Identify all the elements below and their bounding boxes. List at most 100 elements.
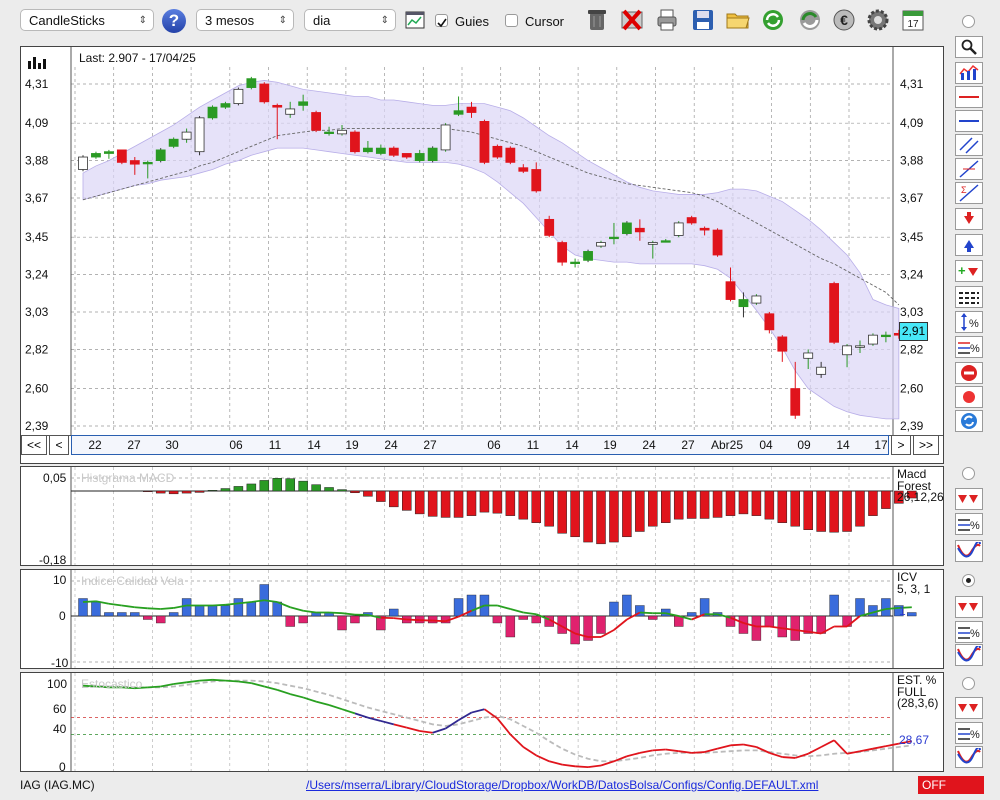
macd-bar (842, 490, 852, 532)
calendar-button[interactable]: 17 (900, 7, 926, 33)
cross-curves-icon (957, 542, 981, 558)
chart-window-button[interactable] (402, 7, 428, 33)
y-tick-label-left: 4,31 (25, 77, 49, 91)
macd-bar (298, 480, 308, 492)
chevron-updown-icon: ⇕ (380, 15, 389, 26)
zoom-button[interactable] (955, 36, 983, 58)
print-button[interactable] (654, 7, 680, 33)
icv-bar (596, 615, 606, 634)
channel-button[interactable] (955, 134, 983, 156)
stop-button[interactable] (955, 362, 983, 384)
candle-body (725, 281, 736, 300)
candle-body (544, 218, 555, 236)
stoch-panel-radio[interactable] (962, 677, 975, 690)
save-button[interactable] (690, 7, 716, 33)
chart-type-select[interactable]: CandleSticks ⇕ (20, 9, 154, 31)
icv-panel-radio[interactable] (962, 574, 975, 587)
macd-levels-button[interactable]: % (955, 513, 983, 535)
icv-bar (285, 615, 295, 627)
period-select[interactable]: 3 mesos ⇕ (196, 9, 294, 31)
record-button[interactable] (955, 386, 983, 408)
icv-panel[interactable]: Indice Calidad Vela 10 0 -10 ICV 5, 3, 1… (20, 569, 944, 670)
icv-signal-line (510, 608, 524, 614)
x-tick-label: 19 (345, 438, 359, 452)
stoch-levels-button[interactable]: % (955, 722, 983, 744)
macd-bar (557, 490, 567, 534)
candle-body (881, 334, 891, 338)
icv-title: Indice Calidad Vela (81, 574, 184, 588)
update-data-button[interactable] (797, 7, 823, 33)
cursor-checkbox[interactable] (505, 14, 518, 27)
price-chart[interactable]: 4,31 4,31 4,09 4,09 3,88 3,88 3,67 3,67 3,45 3,45… (21, 47, 943, 463)
horizontal-line-red-button[interactable] (955, 86, 983, 108)
icv-bar (220, 605, 231, 617)
macd-panel[interactable]: Histgrama MACD 0,05 -0,18 Macd Forest 26… (20, 466, 944, 567)
candle-body (155, 149, 166, 161)
help-button[interactable]: ? (162, 9, 186, 33)
refresh-button[interactable] (760, 7, 786, 33)
icv-bar (777, 615, 787, 638)
down-arrow-button[interactable] (955, 208, 983, 230)
horizontal-line-blue-button[interactable] (955, 110, 983, 132)
add-signal-button[interactable]: + (955, 260, 983, 282)
icv-style-button[interactable] (955, 644, 983, 666)
open-button[interactable] (725, 7, 751, 33)
red-line-icon (959, 96, 979, 98)
svg-text:€: € (840, 12, 848, 28)
y-tick-label-right: 3,24 (900, 268, 924, 282)
interval-select[interactable]: dia ⇕ (304, 9, 396, 31)
trash-button[interactable] (584, 7, 610, 33)
regression-button[interactable]: Σ (955, 182, 983, 204)
swap-button[interactable] (955, 410, 983, 432)
candle-body (647, 242, 658, 245)
macd-signals-button[interactable] (955, 488, 983, 510)
trendline-button[interactable] (955, 158, 983, 180)
icv-bar (764, 615, 775, 627)
stoch-signals-button[interactable] (955, 697, 983, 719)
stochastic-panel[interactable]: Estocastico 100 60 40 0 EST. % FULL (28,… (20, 672, 944, 774)
icv-levels-button[interactable]: % (955, 621, 983, 643)
table-button[interactable] (955, 286, 983, 308)
stoch-k-line (276, 689, 291, 695)
chart-window-icon (405, 11, 425, 29)
candle-body (104, 151, 114, 154)
macd-panel-radio[interactable] (962, 467, 975, 480)
main-panel-radio[interactable] (962, 15, 975, 28)
delete-button[interactable] (619, 7, 645, 33)
price-chart-panel[interactable]: 4,31 4,31 4,09 4,09 3,88 3,88 3,67 3,67 3,45 3,45… (20, 46, 944, 464)
currency-button[interactable]: € (831, 7, 857, 33)
icv-bar (453, 598, 464, 617)
guides-checkbox[interactable] (435, 14, 448, 28)
candle-body (609, 236, 619, 240)
config-path-link[interactable]: /Users/mserra/Library/CloudStorage/Dropb… (306, 778, 818, 792)
euro-coin-icon: € (833, 9, 855, 31)
candle-body (78, 156, 88, 170)
candle-body (479, 121, 490, 163)
settings-button[interactable] (865, 7, 891, 33)
y-tick-label-left: 3,88 (25, 154, 49, 168)
off-status-badge[interactable]: OFF (918, 776, 984, 794)
stoch-k-line (496, 717, 512, 735)
icv-signal-line (160, 607, 174, 610)
stoch-k-line (212, 678, 226, 682)
icv-bar (518, 615, 528, 620)
candle-body (557, 242, 568, 263)
candle-body (362, 147, 373, 153)
icv-bar (881, 598, 891, 617)
macd-style-button[interactable] (955, 540, 983, 562)
percent-lines-button[interactable]: % (955, 336, 983, 358)
candle-body (803, 352, 814, 359)
candle-body (673, 222, 684, 236)
y-tick-label-left: 2,82 (25, 342, 49, 356)
stoch-k-line (458, 711, 472, 721)
percent-range-button[interactable]: % (955, 311, 983, 333)
stoch-style-button[interactable] (955, 746, 983, 768)
stoch-k-line (562, 763, 576, 768)
macd-bar (389, 490, 399, 508)
cursor-label: Cursor (525, 14, 565, 29)
icv-bar (298, 615, 308, 624)
candles-style-button[interactable] (955, 62, 983, 84)
up-arrow-button[interactable] (955, 234, 983, 256)
icv-signals-button[interactable] (955, 596, 983, 618)
macd-bar (673, 490, 684, 520)
